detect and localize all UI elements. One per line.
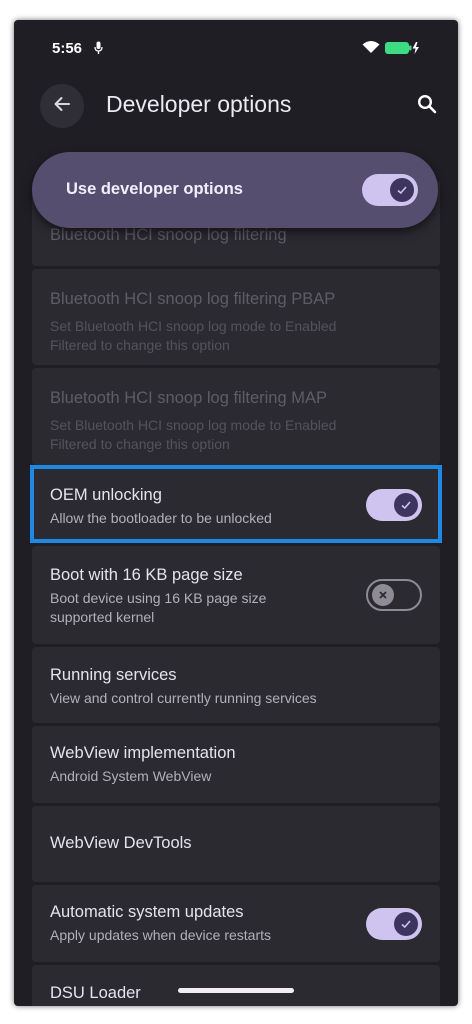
setting-automatic-updates[interactable]: Automatic system updates Apply updates w… xyxy=(32,885,440,962)
search-button[interactable] xyxy=(414,93,440,119)
setting-title: Boot with 16 KB page size xyxy=(50,566,243,584)
check-icon xyxy=(394,912,418,936)
use-developer-options-toggle[interactable] xyxy=(362,174,418,206)
phone-screen: 5:56 Developer options Bluetooth HCI sno… xyxy=(14,20,458,1006)
setting-webview-implementation[interactable]: WebView implementation Android System We… xyxy=(32,726,440,803)
setting-subtitle: Apply updates when device restarts xyxy=(50,927,272,943)
app-bar: Developer options xyxy=(14,80,458,130)
status-time: 5:56 xyxy=(52,40,83,57)
check-icon xyxy=(394,493,418,517)
setting-title: DSU Loader xyxy=(50,984,141,1002)
arrow-back-icon xyxy=(53,95,71,118)
setting-title: Bluetooth HCI snoop log filtering PBAP xyxy=(50,290,336,308)
boot-16kb-toggle[interactable] xyxy=(366,579,422,611)
master-switch-label: Use developer options xyxy=(66,180,243,198)
setting-subtitle: Boot device using 16 KB page size suppor… xyxy=(50,590,267,625)
setting-boot-16kb[interactable]: Boot with 16 KB page size Boot device us… xyxy=(32,546,440,644)
setting-bt-snoop-pbap[interactable]: Bluetooth HCI snoop log filtering PBAP S… xyxy=(32,269,440,365)
setting-subtitle: Set Bluetooth HCI snoop log mode to Enab… xyxy=(50,417,337,452)
back-button[interactable] xyxy=(40,84,84,128)
home-indicator[interactable] xyxy=(178,988,294,993)
check-icon xyxy=(390,178,414,202)
automatic-updates-toggle[interactable] xyxy=(366,908,422,940)
battery-charging-icon xyxy=(385,41,421,60)
setting-title: Bluetooth HCI snoop log filtering xyxy=(50,226,287,244)
setting-subtitle: Allow the bootloader to be unlocked xyxy=(50,510,272,526)
mic-icon xyxy=(94,41,103,60)
setting-title: Bluetooth HCI snoop log filtering MAP xyxy=(50,389,327,407)
status-bar: 5:56 xyxy=(14,20,458,76)
oem-unlocking-toggle[interactable] xyxy=(366,489,422,521)
setting-dsu-loader[interactable]: DSU Loader xyxy=(32,965,440,1006)
setting-subtitle: Set Bluetooth HCI snoop log mode to Enab… xyxy=(50,318,337,353)
setting-running-services[interactable]: Running services View and control curren… xyxy=(32,647,440,723)
page-title: Developer options xyxy=(106,91,292,117)
wifi-icon xyxy=(362,40,380,59)
use-developer-options-switch[interactable]: Use developer options xyxy=(32,152,438,228)
close-icon xyxy=(372,584,394,606)
setting-oem-unlocking[interactable]: OEM unlocking Allow the bootloader to be… xyxy=(32,468,440,543)
setting-webview-devtools[interactable]: WebView DevTools xyxy=(32,806,440,882)
setting-title: OEM unlocking xyxy=(50,486,162,504)
setting-title: WebView DevTools xyxy=(50,834,192,852)
setting-title: Running services xyxy=(50,666,177,684)
setting-subtitle: View and control currently running servi… xyxy=(50,690,317,706)
setting-title: Automatic system updates xyxy=(50,903,244,921)
setting-title: WebView implementation xyxy=(50,744,236,762)
search-icon xyxy=(417,94,437,119)
setting-bt-snoop-map[interactable]: Bluetooth HCI snoop log filtering MAP Se… xyxy=(32,368,440,465)
setting-subtitle: Android System WebView xyxy=(50,768,212,784)
